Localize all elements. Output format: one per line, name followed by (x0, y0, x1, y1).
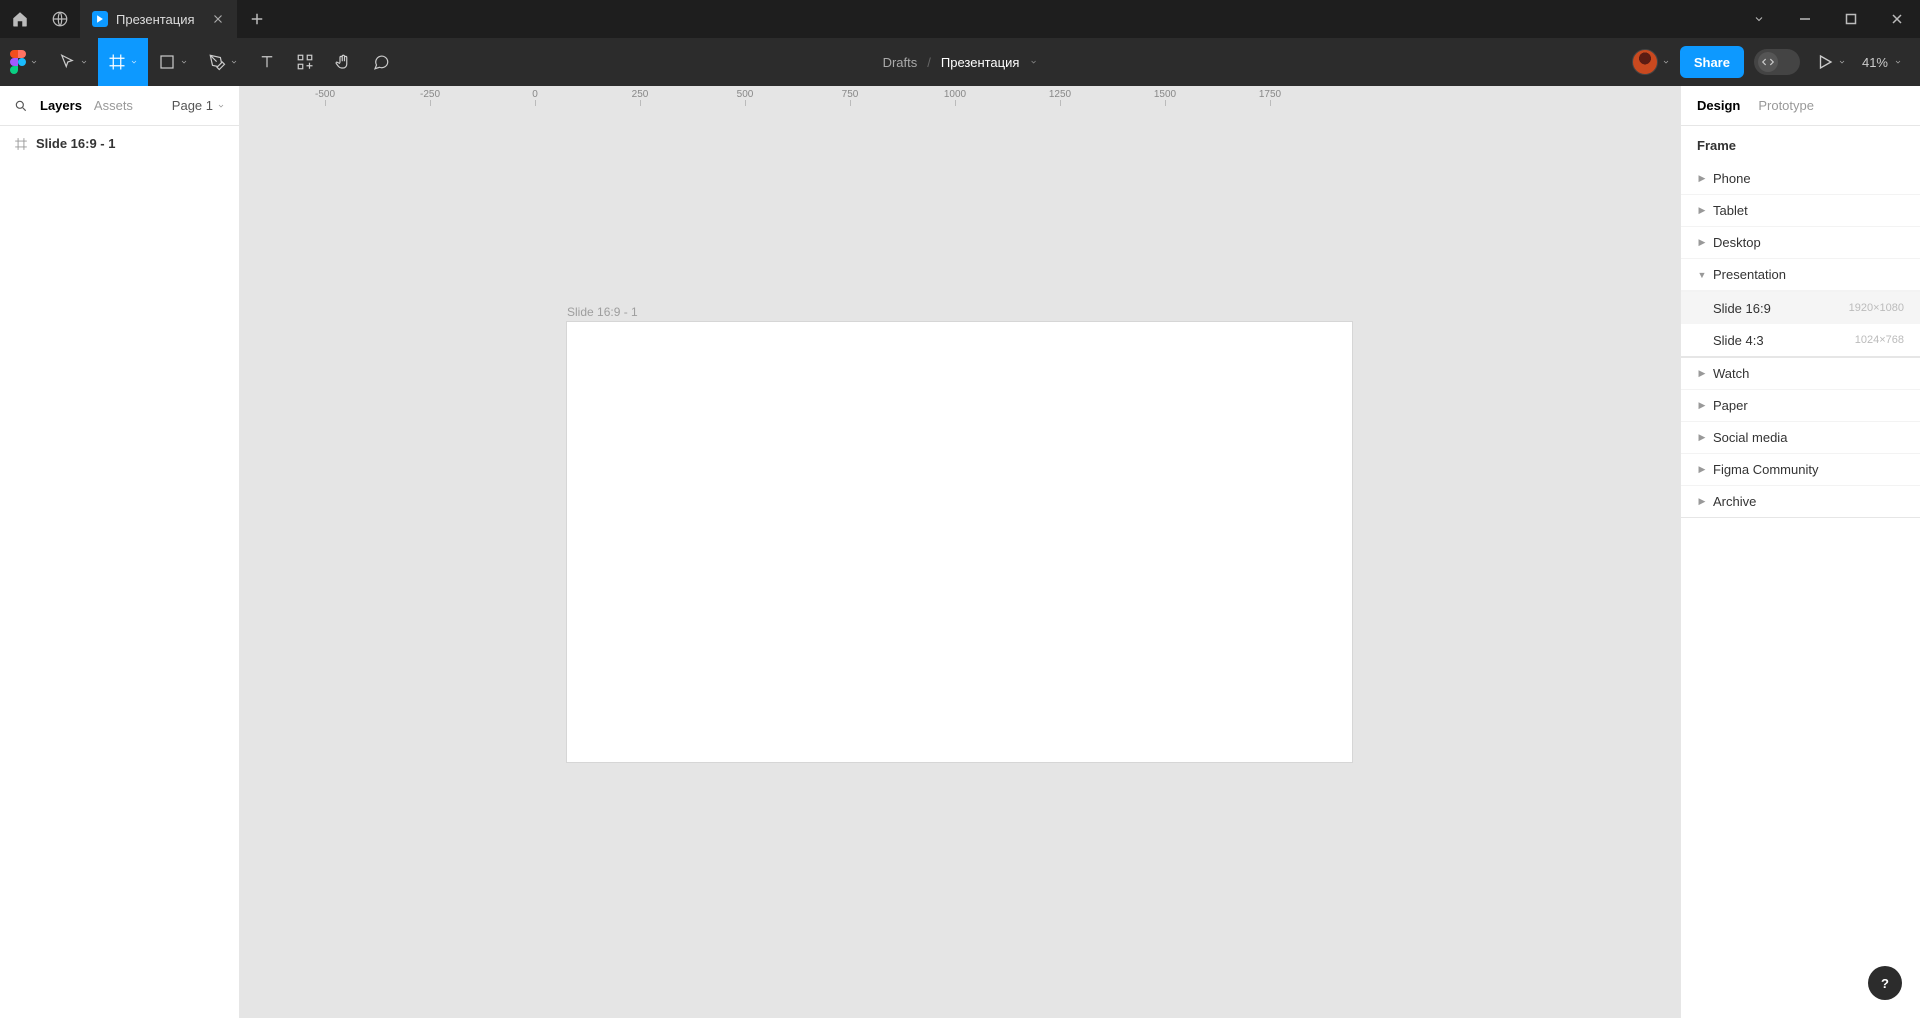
frame-group-desktop[interactable]: ▶Desktop (1681, 227, 1920, 259)
figma-logo-menu[interactable] (0, 38, 48, 86)
frame-group-phone[interactable]: ▶Phone (1681, 163, 1920, 195)
canvas[interactable]: -500 -250 0 250 500 750 1000 1250 1500 1… (240, 86, 1680, 1018)
main: Layers Assets Page 1 Slide 16:9 - 1 -500… (0, 86, 1920, 1018)
file-tab[interactable]: Презентация (80, 0, 237, 38)
dev-mode-icon (1758, 52, 1778, 72)
frame-group-watch[interactable]: ▶Watch (1681, 358, 1920, 390)
move-tool[interactable] (48, 38, 98, 86)
frame-group-presentation[interactable]: ▼Presentation (1681, 259, 1920, 291)
frame-icon (14, 137, 28, 151)
text-tool[interactable] (248, 38, 286, 86)
present-button[interactable] (1810, 38, 1852, 86)
frame-group-figma-community[interactable]: ▶Figma Community (1681, 454, 1920, 486)
figma-file-icon (92, 11, 108, 27)
triangle-right-icon: ▶ (1697, 496, 1707, 507)
dev-mode-toggle[interactable] (1754, 49, 1800, 75)
triangle-right-icon: ▶ (1697, 237, 1707, 248)
window-minimize[interactable] (1782, 0, 1828, 38)
comment-tool[interactable] (362, 38, 400, 86)
presentation-subgroup: Slide 16:9 1920×1080 Slide 4:3 1024×768 (1681, 291, 1920, 357)
frame-tool[interactable] (98, 38, 148, 86)
window-menu-chevron-icon[interactable] (1736, 0, 1782, 38)
triangle-right-icon: ▶ (1697, 368, 1707, 379)
breadcrumb: Drafts / Презентация (883, 55, 1038, 70)
toolbar: Drafts / Презентация Share 41% (0, 38, 1920, 86)
help-button[interactable]: ? (1868, 966, 1902, 1000)
search-icon[interactable] (14, 99, 28, 113)
frame-group-social-media[interactable]: ▶Social media (1681, 422, 1920, 454)
page-label: Page 1 (172, 98, 213, 113)
triangle-right-icon: ▶ (1697, 173, 1707, 184)
design-tab[interactable]: Design (1697, 98, 1740, 113)
triangle-right-icon: ▶ (1697, 464, 1707, 475)
titlebar: Презентация (0, 0, 1920, 38)
chevron-down-icon (1894, 58, 1902, 66)
zoom-value: 41% (1862, 55, 1888, 70)
page-selector[interactable]: Page 1 (172, 98, 225, 113)
frame-group-archive[interactable]: ▶Archive (1681, 486, 1920, 518)
hand-tool[interactable] (324, 38, 362, 86)
prototype-tab[interactable]: Prototype (1758, 98, 1814, 113)
layers-tab[interactable]: Layers (40, 98, 82, 113)
vertical-ruler: -250 0 250 500 750 1000 (240, 106, 260, 1018)
community-globe-button[interactable] (40, 0, 80, 38)
triangle-right-icon: ▶ (1697, 400, 1707, 411)
frame-group-paper[interactable]: ▶Paper (1681, 390, 1920, 422)
layer-name: Slide 16:9 - 1 (36, 136, 115, 151)
chevron-down-icon[interactable] (1029, 58, 1037, 66)
pen-tool[interactable] (198, 38, 248, 86)
horizontal-ruler: -500 -250 0 250 500 750 1000 1250 1500 1… (260, 86, 1680, 106)
breadcrumb-separator: / (927, 55, 931, 70)
breadcrumb-file[interactable]: Презентация (941, 55, 1020, 70)
canvas-frame[interactable] (567, 322, 1352, 762)
triangle-down-icon: ▼ (1697, 270, 1707, 280)
home-button[interactable] (0, 0, 40, 38)
preset-slide-4-3[interactable]: Slide 4:3 1024×768 (1681, 324, 1920, 356)
shape-tool[interactable] (148, 38, 198, 86)
avatar (1632, 49, 1658, 75)
layer-row[interactable]: Slide 16:9 - 1 (0, 126, 239, 161)
new-tab-button[interactable] (237, 0, 277, 38)
zoom-menu[interactable]: 41% (1862, 55, 1902, 70)
assets-tab[interactable]: Assets (94, 98, 133, 113)
right-panel-header: Design Prototype (1681, 86, 1920, 126)
toolbar-right: Share 41% (1632, 38, 1920, 86)
resources-tool[interactable] (286, 38, 324, 86)
left-panel-header: Layers Assets Page 1 (0, 86, 239, 126)
frame-group-tablet[interactable]: ▶Tablet (1681, 195, 1920, 227)
breadcrumb-drafts[interactable]: Drafts (883, 55, 918, 70)
share-button[interactable]: Share (1680, 46, 1744, 78)
window-maximize[interactable] (1828, 0, 1874, 38)
preset-slide-16-9[interactable]: Slide 16:9 1920×1080 (1681, 292, 1920, 324)
frame-section-title: Frame (1681, 126, 1920, 163)
chevron-down-icon (217, 102, 225, 110)
triangle-right-icon: ▶ (1697, 432, 1707, 443)
frame-label[interactable]: Slide 16:9 - 1 (567, 305, 638, 319)
window-close[interactable] (1874, 0, 1920, 38)
window-controls (1736, 0, 1920, 38)
triangle-right-icon: ▶ (1697, 205, 1707, 216)
left-panel: Layers Assets Page 1 Slide 16:9 - 1 (0, 86, 240, 1018)
chevron-down-icon (1662, 58, 1670, 66)
close-tab-icon[interactable] (211, 12, 225, 26)
chevron-down-icon (1838, 58, 1846, 66)
user-avatar-menu[interactable] (1632, 49, 1670, 75)
right-panel: Design Prototype Frame ▶Phone ▶Tablet ▶D… (1680, 86, 1920, 1018)
tab-title: Презентация (116, 12, 195, 27)
